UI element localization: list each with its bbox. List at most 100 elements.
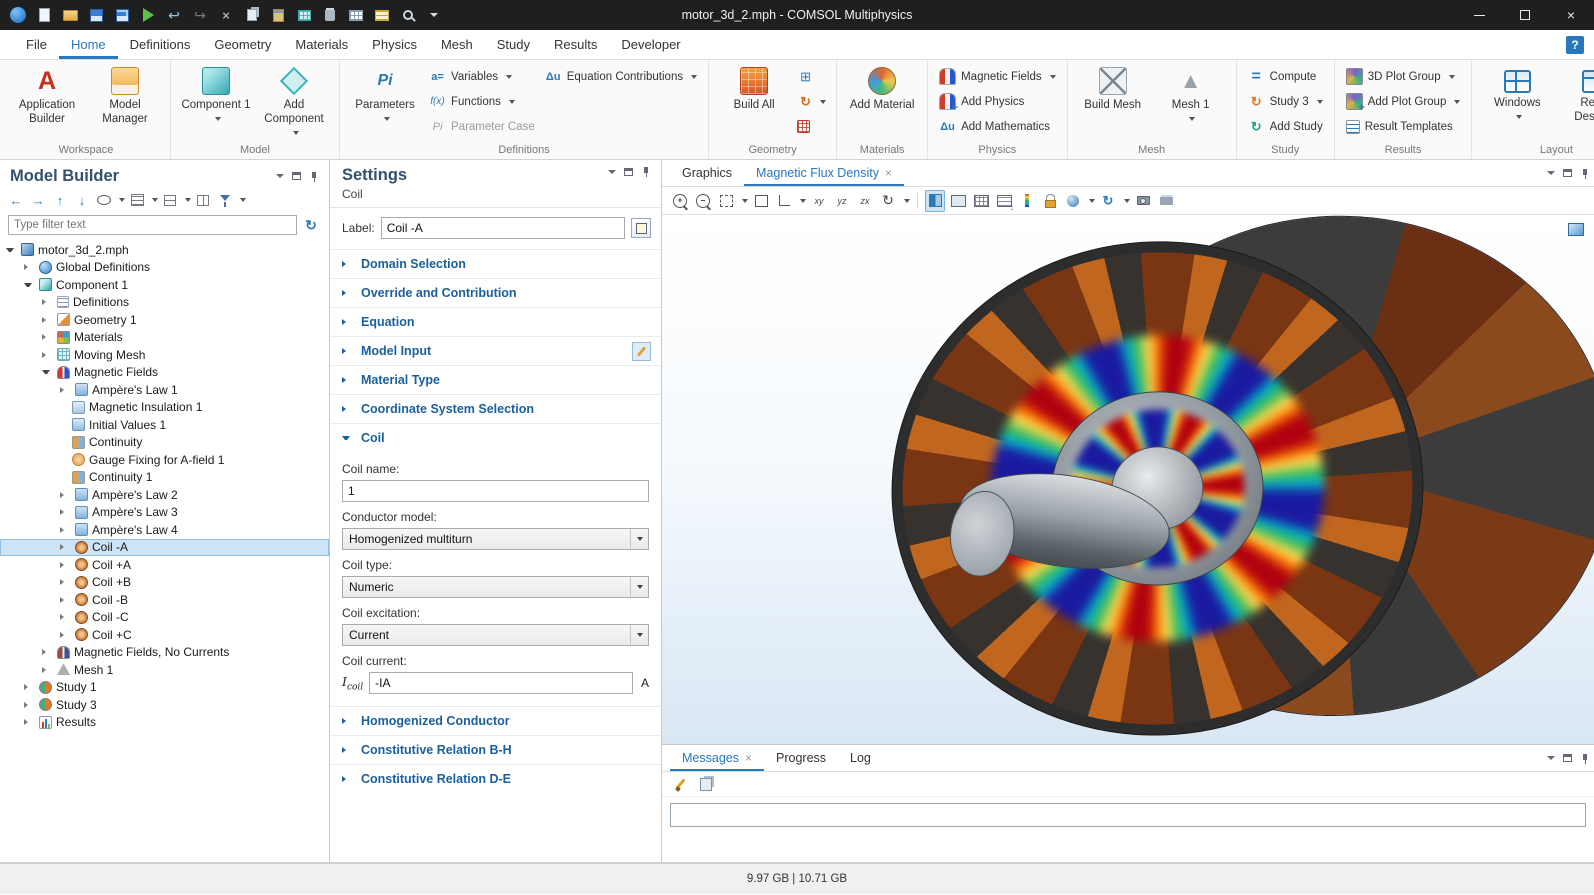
- ribbon-study-3-button[interactable]: Study 3: [1244, 89, 1327, 114]
- tree-item-materials[interactable]: Materials: [0, 329, 329, 347]
- coil-current-input[interactable]: [369, 672, 633, 694]
- transparency-icon[interactable]: [925, 190, 945, 212]
- plot-data-icon[interactable]: [971, 190, 991, 212]
- tab-graphics[interactable]: Graphics: [670, 160, 744, 186]
- print-icon[interactable]: [1156, 190, 1176, 212]
- export-plot-icon[interactable]: [994, 190, 1014, 212]
- comsol-logo-icon[interactable]: [8, 5, 28, 25]
- settings-section-homogenized-conductor[interactable]: Homogenized Conductor: [330, 706, 661, 735]
- paste-icon[interactable]: [268, 5, 288, 25]
- close-tab-icon[interactable]: ×: [885, 166, 892, 180]
- menu-file[interactable]: File: [14, 30, 59, 59]
- settings-section-model-input[interactable]: Model Input: [330, 336, 661, 365]
- ribbon-model-manager-button[interactable]: Model Manager: [87, 62, 163, 129]
- go-to-view-icon[interactable]: [774, 190, 794, 212]
- menu-study[interactable]: Study: [485, 30, 542, 59]
- ribbon-equation-contributions-button[interactable]: Equation Contributions: [541, 64, 701, 89]
- help-button[interactable]: ?: [1566, 36, 1584, 54]
- menu-results[interactable]: Results: [542, 30, 609, 59]
- pin-panel-icon[interactable]: [309, 171, 319, 182]
- ribbon-result-templates-button[interactable]: Result Templates: [1342, 114, 1465, 139]
- menu-materials[interactable]: Materials: [283, 30, 360, 59]
- coil-type-select[interactable]: Numeric: [342, 576, 649, 598]
- tree-item-continuity-1[interactable]: Continuity 1: [0, 469, 329, 487]
- color-legend-icon[interactable]: [1017, 190, 1037, 212]
- tree-expand-icon[interactable]: [60, 632, 68, 638]
- coil-name-input[interactable]: [342, 480, 649, 502]
- tree-item-amp-re-s-law-4[interactable]: Ampère's Law 4: [0, 521, 329, 539]
- ribbon-3d-plot-group-button[interactable]: 3D Plot Group: [1342, 64, 1465, 89]
- float-panel-icon[interactable]: [1563, 169, 1572, 177]
- ribbon-add-mathematics-button[interactable]: Add Mathematics: [935, 114, 1060, 139]
- messages-input[interactable]: [670, 803, 1586, 827]
- close-tab-icon[interactable]: ×: [745, 751, 752, 765]
- ribbon-add-material-button[interactable]: Add Material: [844, 62, 920, 115]
- ribbon-add-physics-button[interactable]: Add Physics: [935, 89, 1060, 114]
- zoom-box-icon[interactable]: [716, 190, 736, 212]
- zoom-extents-icon[interactable]: [751, 190, 771, 212]
- move-down-icon[interactable]: [72, 190, 92, 210]
- tree-collapse-icon[interactable]: [42, 370, 50, 374]
- tree-expand-icon[interactable]: [60, 544, 68, 550]
- ribbon-component-1-button[interactable]: Component 1: [178, 62, 254, 123]
- panel-menu-chevron-icon[interactable]: [608, 170, 616, 174]
- conductor-model-select[interactable]: Homogenized multiturn: [342, 528, 649, 550]
- tree-expand-icon[interactable]: [60, 509, 68, 515]
- settings-section-domain-selection[interactable]: Domain Selection: [330, 249, 661, 278]
- show-icon[interactable]: [94, 190, 114, 210]
- tree-item-magnetic-fields[interactable]: Magnetic Fields: [0, 364, 329, 382]
- tree-expand-icon[interactable]: [42, 667, 50, 673]
- chevron-down-icon[interactable]: [424, 5, 444, 25]
- close-button[interactable]: ×: [1548, 0, 1594, 30]
- lock-axes-icon[interactable]: [1040, 190, 1060, 212]
- settings-section-coil[interactable]: Coil: [330, 423, 661, 452]
- tree-item-study-3[interactable]: Study 3: [0, 696, 329, 714]
- ribbon-magnetic-fields-button[interactable]: Magnetic Fields: [935, 64, 1060, 89]
- model-tree-nodes-icon[interactable]: [127, 190, 147, 210]
- menu-mesh[interactable]: Mesh: [429, 30, 485, 59]
- ribbon-compute-button[interactable]: Compute: [1244, 64, 1327, 89]
- zoom-out-icon[interactable]: [693, 190, 713, 212]
- tree-item-geometry-1[interactable]: Geometry 1: [0, 311, 329, 329]
- float-panel-icon[interactable]: [624, 168, 633, 176]
- scene-settings-icon[interactable]: [1063, 190, 1083, 212]
- tree-item-amp-re-s-law-3[interactable]: Ampère's Law 3: [0, 504, 329, 522]
- image-snapshot-icon[interactable]: [948, 190, 968, 212]
- zoom-in-icon[interactable]: [670, 190, 690, 212]
- tree-item-coil-a[interactable]: Coil +A: [0, 556, 329, 574]
- tree-expand-icon[interactable]: [60, 597, 68, 603]
- menu-definitions[interactable]: Definitions: [118, 30, 203, 59]
- settings-section-equation[interactable]: Equation: [330, 307, 661, 336]
- tab-progress[interactable]: Progress: [764, 745, 838, 771]
- redo-icon[interactable]: [190, 5, 210, 25]
- tab-messages[interactable]: Messages×: [670, 745, 764, 771]
- tree-expand-icon[interactable]: [60, 614, 68, 620]
- maximize-button[interactable]: [1502, 0, 1548, 30]
- ribbon-add-study-button[interactable]: Add Study: [1244, 114, 1327, 139]
- tree-item-magnetic-fields-no-currents[interactable]: Magnetic Fields, No Currents: [0, 644, 329, 662]
- tree-item-coil-c[interactable]: Coil -C: [0, 609, 329, 627]
- tree-expand-icon[interactable]: [42, 299, 50, 305]
- tree-item-coil-a[interactable]: Coil -A: [0, 539, 329, 557]
- columns-icon[interactable]: [193, 190, 213, 210]
- ribbon-reset-desktop-button[interactable]: Reset Desktop: [1557, 62, 1594, 135]
- label-input[interactable]: [381, 217, 625, 239]
- tree-item-coil-c[interactable]: Coil +C: [0, 626, 329, 644]
- tree-expand-icon[interactable]: [24, 264, 32, 270]
- filter-icon[interactable]: [215, 190, 235, 210]
- tree-item-mesh-1[interactable]: Mesh 1: [0, 661, 329, 679]
- tree-item-amp-re-s-law-1[interactable]: Ampère's Law 1: [0, 381, 329, 399]
- rename-label-icon[interactable]: [631, 218, 651, 238]
- ribbon-parameters-button[interactable]: Parameters: [347, 62, 423, 123]
- update-plot-icon[interactable]: [1098, 190, 1118, 212]
- delete-icon[interactable]: [320, 5, 340, 25]
- run-icon[interactable]: [138, 5, 158, 25]
- tree-item-study-1[interactable]: Study 1: [0, 679, 329, 697]
- add-item-icon[interactable]: [294, 5, 314, 25]
- tree-item-amp-re-s-law-2[interactable]: Ampère's Law 2: [0, 486, 329, 504]
- menu-physics[interactable]: Physics: [360, 30, 429, 59]
- ribbon-insert-sequence-button[interactable]: [794, 64, 829, 89]
- float-panel-icon[interactable]: [1563, 754, 1572, 762]
- coil-excitation-select[interactable]: Current: [342, 624, 649, 646]
- panel-menu-chevron-icon[interactable]: [276, 174, 284, 178]
